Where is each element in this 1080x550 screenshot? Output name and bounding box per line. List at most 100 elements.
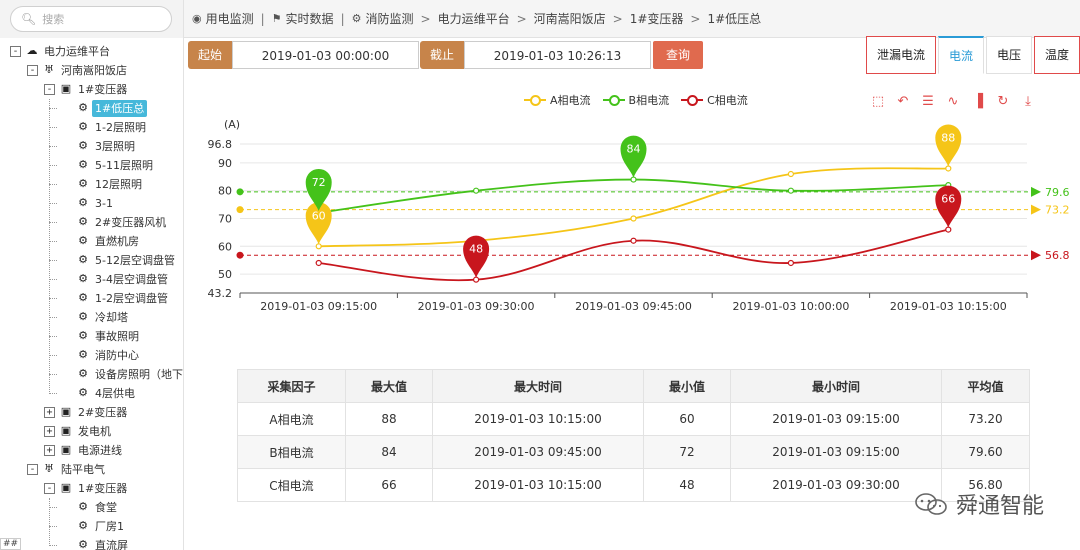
breadcrumb-item[interactable]: ◉ 用电监测: [192, 10, 254, 27]
tree-node-label[interactable]: 消防中心: [92, 347, 142, 364]
breadcrumb-item[interactable]: 1#变压器: [630, 10, 684, 27]
tree-node[interactable]: ⚙ 事故照明: [0, 327, 183, 346]
legend-item[interactable]: B相电流: [602, 92, 669, 108]
table-cell: 66: [345, 468, 433, 502]
meter-icon: ⚙: [78, 310, 88, 323]
tree-node-label[interactable]: 直燃机房: [92, 233, 142, 250]
tree-node-label[interactable]: 1-2层照明: [92, 119, 149, 136]
legend-item[interactable]: A相电流: [524, 92, 591, 108]
tree-node[interactable]: ⚙ 12层照明: [0, 175, 183, 194]
tree-node-label[interactable]: 发电机: [75, 423, 114, 440]
tree-node-label[interactable]: 3-4层空调盘管: [92, 271, 171, 288]
tree-node[interactable]: - ♅ 河南嵩阳饭店: [0, 61, 183, 80]
tree-node-label[interactable]: 1#变压器: [75, 81, 130, 98]
tree-node-label[interactable]: 厂房1: [92, 518, 127, 535]
zoom-icon[interactable]: ⬚: [870, 94, 886, 110]
tab-0[interactable]: 泄漏电流: [865, 36, 936, 74]
tree-node-label[interactable]: 1#变压器: [75, 480, 130, 497]
tree-node-label[interactable]: 电力运维平台: [41, 43, 113, 60]
search-input[interactable]: 🔍︎ 搜索: [10, 6, 172, 32]
tree-node-label[interactable]: 电源进线: [75, 442, 125, 459]
tree-node-label[interactable]: 1-2层空调盘管: [92, 290, 171, 307]
tree-node[interactable]: ⚙ 1-2层空调盘管: [0, 289, 183, 308]
tab-2[interactable]: 电压: [985, 36, 1032, 74]
tree-node-label[interactable]: 事故照明: [92, 328, 142, 345]
tree-node-label[interactable]: 1#低压总: [92, 100, 148, 117]
tree-node[interactable]: ⚙ 5-12层空调盘管: [0, 251, 183, 270]
collapse-icon[interactable]: -: [44, 84, 55, 95]
tree-node-label[interactable]: 冷却塔: [92, 309, 131, 326]
tree-node-label[interactable]: 3-1: [92, 195, 116, 212]
collapse-icon[interactable]: -: [27, 464, 38, 475]
tree-node-label[interactable]: 食堂: [92, 499, 120, 516]
end-time-input[interactable]: 2019-01-03 10:26:13: [464, 41, 652, 69]
tree-node[interactable]: ⚙ 直流屏: [0, 536, 183, 550]
legend-item[interactable]: C相电流: [681, 92, 748, 108]
tree-node[interactable]: ⚙ 1#低压总: [0, 99, 183, 118]
tree-node[interactable]: - ♅ 陆平电气: [0, 460, 183, 479]
breadcrumb-item[interactable]: 1#低压总: [707, 10, 761, 27]
meter-icon: ⚙: [78, 519, 88, 532]
tab-1[interactable]: 电流: [937, 36, 984, 74]
tree-node-label[interactable]: 12层照明: [92, 176, 145, 193]
tree-node[interactable]: ⚙ 厂房1: [0, 517, 183, 536]
tree-node-label[interactable]: 设备房照明（地下: [92, 366, 183, 383]
tree-node[interactable]: ⚙ 消防中心: [0, 346, 183, 365]
breadcrumb-item[interactable]: ⚙ 消防监测: [352, 10, 414, 27]
tree-node-label[interactable]: 5-12层空调盘管: [92, 252, 178, 269]
table-row: B相电流 84 2019-01-03 09:45:00 72 2019-01-03 09…: [237, 435, 1030, 469]
search-icon: 🔍︎: [21, 12, 37, 26]
tree-node[interactable]: ⚙ 3-1: [0, 194, 183, 213]
download-icon[interactable]: ⤓: [1020, 94, 1036, 110]
bar-switch-icon[interactable]: ▐: [970, 94, 986, 110]
data-view-icon[interactable]: ☰: [920, 94, 936, 110]
tree-node[interactable]: ⚙ 冷却塔: [0, 308, 183, 327]
query-button[interactable]: 查询: [653, 41, 704, 69]
line-switch-icon[interactable]: ∿: [945, 94, 961, 110]
zoom-reset-icon[interactable]: ↶: [895, 94, 911, 110]
tree-node-label[interactable]: 河南嵩阳饭店: [58, 62, 130, 79]
tree-node-label[interactable]: 3层照明: [92, 138, 138, 155]
tree-connector: [49, 355, 57, 356]
restore-icon[interactable]: ↻: [995, 94, 1011, 110]
tree-node[interactable]: ⚙ 2#变压器风机: [0, 213, 183, 232]
tree-node[interactable]: ⚙ 3-4层空调盘管: [0, 270, 183, 289]
tree-node[interactable]: ⚙ 食堂: [0, 498, 183, 517]
expand-icon[interactable]: +: [44, 426, 55, 437]
start-time-input[interactable]: 2019-01-03 00:00:00: [232, 41, 420, 69]
tree-node-label[interactable]: 2#变压器风机: [92, 214, 169, 231]
tree-node[interactable]: - ▣ 1#变压器: [0, 479, 183, 498]
sidebar: 🔍︎ 搜索 - ☁ 电力运维平台 - ♅ 河南嵩阳饭店 - ▣ 1#变压器 ⚙ 1#低压总 ⚙ 1-2层…: [0, 0, 184, 550]
tree-node[interactable]: ⚙ 5-11层照明: [0, 156, 183, 175]
expand-icon[interactable]: +: [44, 445, 55, 456]
tree-node[interactable]: ⚙ 直燃机房: [0, 232, 183, 251]
breadcrumb-item[interactable]: 河南嵩阳饭店: [534, 10, 606, 27]
tree-node[interactable]: + ▣ 电源进线: [0, 441, 183, 460]
data-point: [787, 259, 795, 267]
average-label: 56.8: [1045, 249, 1070, 262]
tree-node-label[interactable]: 直流屏: [92, 537, 131, 550]
breadcrumb-label: 消防监测: [365, 12, 414, 26]
tree-node[interactable]: + ▣ 发电机: [0, 422, 183, 441]
breadcrumb-item[interactable]: 电力运维平台: [438, 10, 510, 27]
collapse-icon[interactable]: -: [44, 483, 55, 494]
tree-node[interactable]: - ☁ 电力运维平台: [0, 42, 183, 61]
tree-node[interactable]: ⚙ 设备房照明（地下: [0, 365, 183, 384]
breadcrumb-label: 1#变压器: [629, 12, 684, 26]
collapse-icon[interactable]: -: [27, 65, 38, 76]
tab-3[interactable]: 温度: [1033, 36, 1080, 74]
table-cell: B相电流: [237, 435, 346, 469]
tree-node[interactable]: + ▣ 2#变压器: [0, 403, 183, 422]
tree-node-label[interactable]: 陆平电气: [58, 461, 108, 478]
tree-node-label[interactable]: 2#变压器: [75, 404, 130, 421]
data-point: [473, 187, 480, 194]
tree-node-label[interactable]: 4层供电: [92, 385, 138, 402]
tree-node[interactable]: ⚙ 4层供电: [0, 384, 183, 403]
tree-node[interactable]: - ▣ 1#变压器: [0, 80, 183, 99]
expand-icon[interactable]: +: [44, 407, 55, 418]
collapse-icon[interactable]: -: [10, 46, 21, 57]
tree-node-label[interactable]: 5-11层照明: [92, 157, 156, 174]
breadcrumb-item[interactable]: ⚑ 实时数据: [272, 10, 334, 27]
tree-node[interactable]: ⚙ 3层照明: [0, 137, 183, 156]
tree-node[interactable]: ⚙ 1-2层照明: [0, 118, 183, 137]
